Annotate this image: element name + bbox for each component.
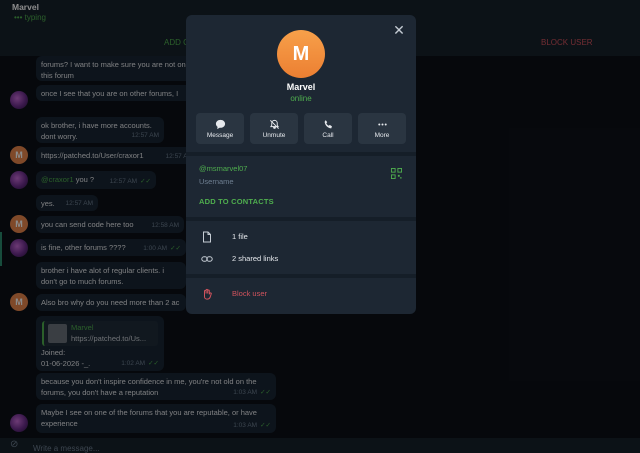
bell-off-icon — [269, 119, 279, 129]
section-divider — [186, 152, 416, 156]
profile-status: online — [290, 94, 312, 103]
profile-actions: Message Unmute Call More — [196, 113, 406, 144]
qr-code-icon[interactable] — [391, 168, 402, 179]
profile-avatar[interactable]: M — [277, 30, 325, 78]
message-button[interactable]: Message — [196, 113, 244, 144]
more-icon — [377, 122, 387, 126]
username-caption: Username — [199, 177, 234, 186]
message-icon — [215, 119, 225, 129]
username-value[interactable]: @msmarvel07 — [199, 164, 247, 173]
more-button-label: More — [374, 131, 390, 139]
user-info-dialog: ✕ M Marvel online Message Unmute Call Mo… — [186, 15, 416, 314]
section-divider — [186, 274, 416, 278]
call-button[interactable]: Call — [304, 113, 352, 144]
message-button-label: Message — [206, 131, 234, 139]
profile-name: Marvel — [286, 82, 316, 92]
close-icon[interactable]: ✕ — [391, 22, 407, 38]
unmute-button[interactable]: Unmute — [250, 113, 298, 144]
section-divider — [186, 217, 416, 221]
link-icon — [201, 256, 213, 262]
block-user-label: Block user — [232, 289, 268, 298]
file-icon — [203, 231, 211, 243]
unmute-button-label: Unmute — [262, 131, 286, 139]
call-button-label: Call — [322, 131, 334, 139]
files-count: 1 file — [232, 232, 248, 241]
shared-links-count: 2 shared links — [232, 254, 279, 263]
phone-icon — [324, 119, 332, 128]
more-button[interactable]: More — [358, 113, 406, 144]
add-to-contacts-button[interactable]: ADD TO CONTACTS — [199, 197, 274, 206]
hand-icon — [204, 288, 212, 300]
